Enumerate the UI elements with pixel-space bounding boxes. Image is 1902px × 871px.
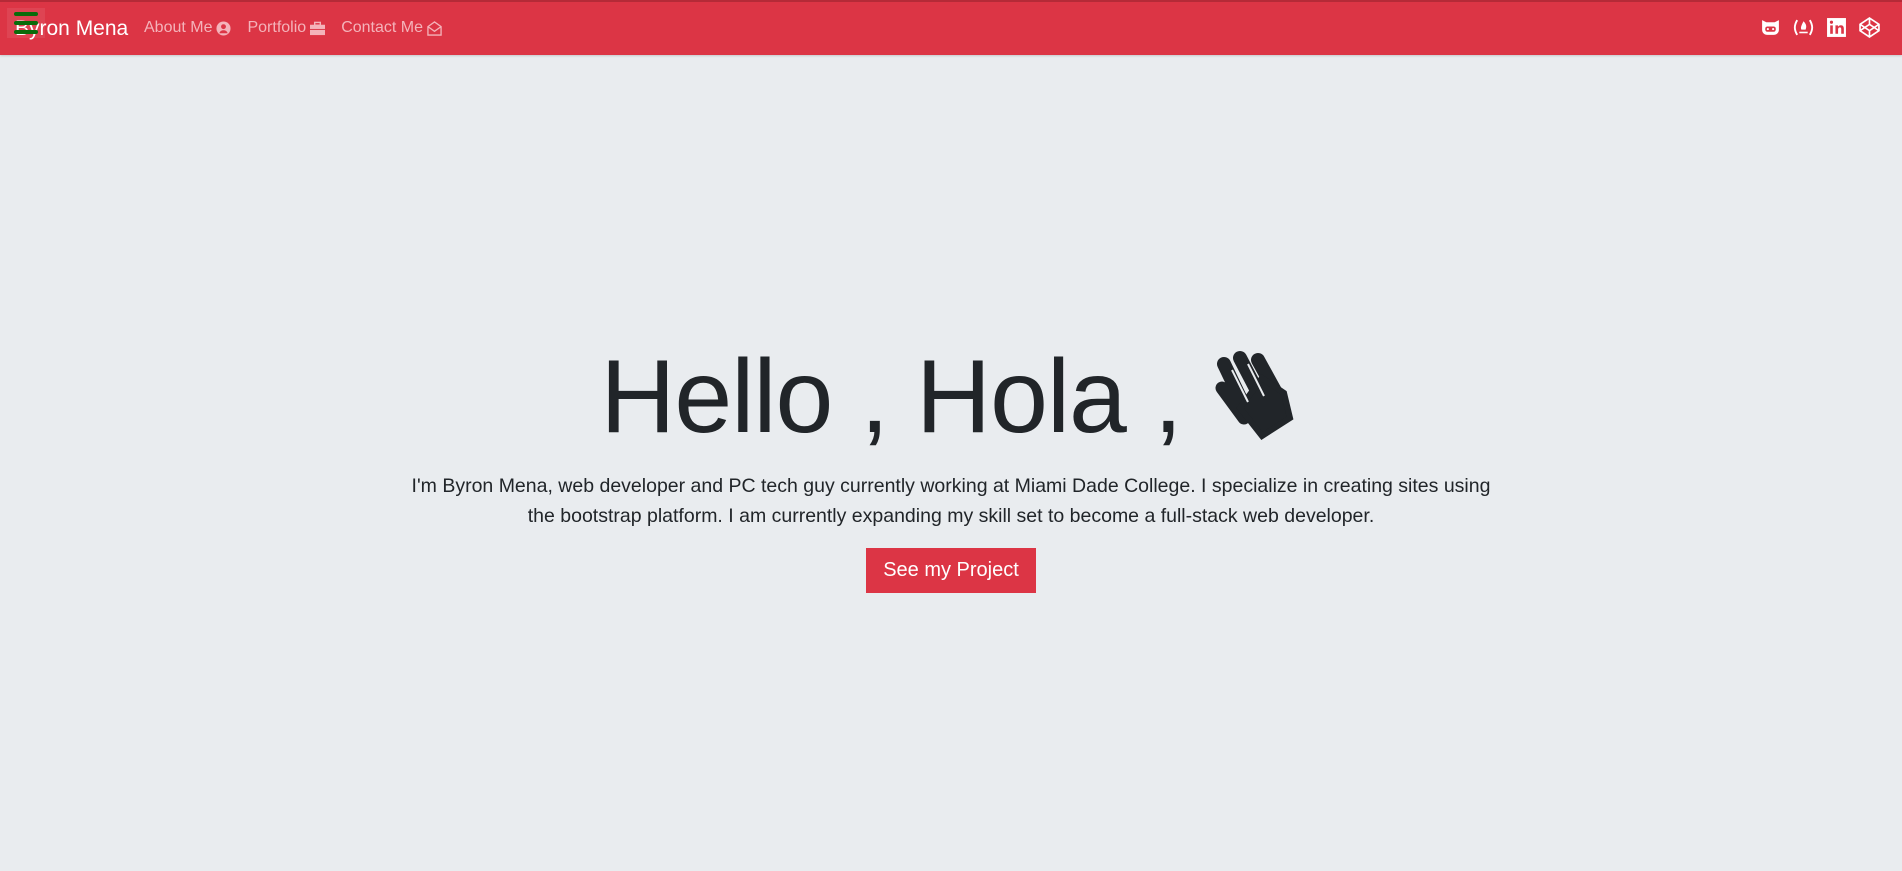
nav-contact-me[interactable]: Contact Me xyxy=(341,19,442,37)
heading-text: Hello , Hola , xyxy=(600,339,1182,455)
waving-hand-icon xyxy=(1215,350,1294,440)
linkedin-icon[interactable] xyxy=(1826,17,1847,38)
github-icon[interactable] xyxy=(1760,17,1781,38)
see-project-button[interactable]: See my Project xyxy=(866,548,1036,593)
nav-label: Contact Me xyxy=(341,19,423,36)
navbar: Byron Mena About Me Portfolio Contact Me xyxy=(0,0,1902,55)
nav-label: Portfolio xyxy=(247,19,307,36)
nav-portfolio[interactable]: Portfolio xyxy=(247,19,326,37)
freecodecamp-icon[interactable] xyxy=(1793,17,1814,38)
briefcase-icon xyxy=(310,21,326,35)
hero-section: Hello , Hola , I'm Byron Mena, web devel… xyxy=(0,340,1902,593)
codepen-icon[interactable] xyxy=(1859,17,1880,38)
hamburger-menu-icon[interactable] xyxy=(7,8,45,38)
user-circle-icon xyxy=(216,20,232,36)
nav-about-me[interactable]: About Me xyxy=(144,19,232,37)
hero-description: I'm Byron Mena, web developer and PC tec… xyxy=(411,475,1491,527)
nav-label: About Me xyxy=(144,19,213,36)
envelope-open-icon xyxy=(427,20,442,36)
hero-heading: Hello , Hola , xyxy=(0,340,1902,455)
